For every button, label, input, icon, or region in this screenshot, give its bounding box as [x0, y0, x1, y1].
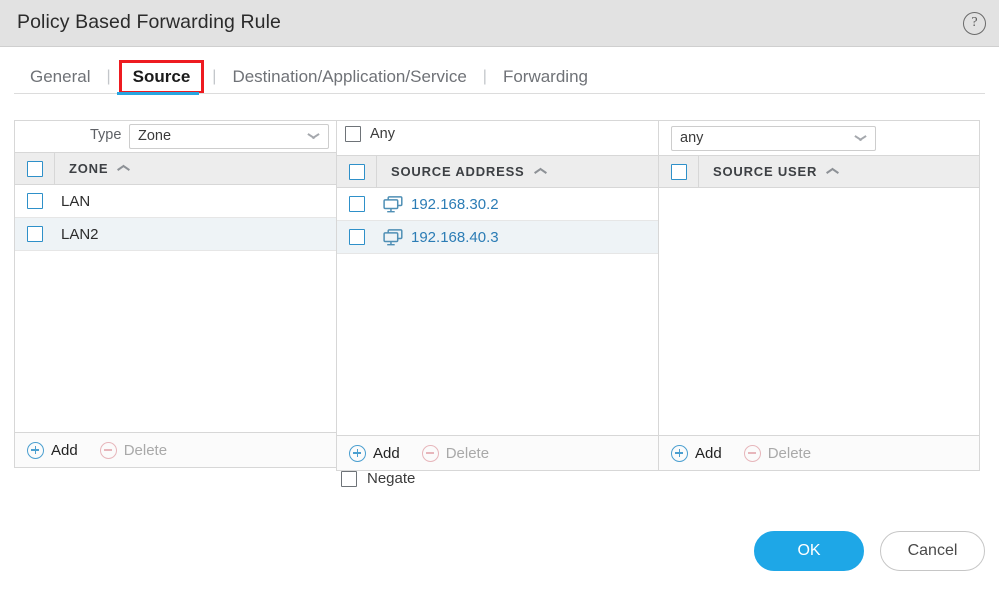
zone-delete-label: Delete [123, 441, 168, 459]
cancel-button[interactable]: Cancel [880, 531, 985, 571]
source-address-label: 192.168.30.2 [411, 195, 499, 213]
source-user-delete-button[interactable]: Delete [743, 444, 812, 462]
source-user-add-label: Add [695, 444, 722, 462]
row-checkbox[interactable] [349, 196, 365, 212]
dialog-button-bar: OK Cancel [754, 531, 985, 571]
device-address-icon [383, 228, 403, 246]
negate-toggle[interactable]: Negate [341, 470, 415, 487]
dialog-title: Policy Based Forwarding Rule [17, 11, 282, 33]
table-row[interactable]: 192.168.40.3 [337, 221, 658, 254]
zone-delete-button[interactable]: Delete [99, 441, 168, 459]
tab-active-underline [117, 92, 199, 95]
zone-row-label: LAN [61, 192, 91, 210]
row-checkbox[interactable] [349, 229, 365, 245]
type-select[interactable]: Zone [129, 124, 329, 149]
tab-destination-application-service[interactable]: Destination/Application/Service [230, 63, 468, 91]
source-user-column-label: SOURCE USER [713, 164, 818, 179]
source-user-select-all-cell[interactable] [659, 156, 699, 187]
row-checkbox[interactable] [27, 226, 43, 242]
row-checkbox-cell[interactable] [337, 229, 377, 245]
zone-type-row: Type Zone [14, 120, 336, 152]
minus-circle-icon [743, 444, 761, 462]
source-address-select-all-checkbox[interactable] [348, 163, 365, 180]
source-address-label: 192.168.40.3 [411, 228, 499, 246]
source-user-table-body [658, 188, 980, 435]
zone-select-all-checkbox[interactable] [26, 160, 43, 177]
tab-separator: | [482, 68, 487, 85]
table-row[interactable]: 192.168.30.2 [337, 188, 658, 221]
zone-table-header: ZONE [14, 152, 336, 185]
zone-panel: Type Zone ZONE LAN LAN2 Add Delete [14, 120, 336, 468]
row-checkbox-cell[interactable] [337, 196, 377, 212]
chevron-down-icon [308, 133, 319, 139]
any-checkbox[interactable] [345, 126, 361, 142]
source-address-table-footer: Add Delete [336, 435, 658, 471]
zone-row-label: LAN2 [61, 225, 99, 243]
source-address-column-header[interactable]: SOURCE ADDRESS [377, 164, 546, 179]
any-label: Any [370, 126, 395, 142]
tab-source[interactable]: Source [118, 60, 205, 94]
source-address-row: 192.168.40.3 [377, 229, 499, 246]
minus-circle-icon [421, 444, 439, 462]
help-circle-icon[interactable]: ? [963, 12, 986, 35]
source-user-delete-label: Delete [767, 444, 812, 462]
tab-general[interactable]: General [28, 63, 92, 91]
source-user-panel: any SOURCE USER Add Delete [658, 120, 980, 471]
row-checkbox[interactable] [27, 193, 43, 209]
zone-table-body: LAN LAN2 [14, 185, 336, 435]
type-select-value: Zone [138, 128, 172, 144]
source-user-column-header[interactable]: SOURCE USER [699, 164, 838, 179]
tab-bar: General | Source | Destination/Applicati… [0, 48, 999, 110]
tab-forwarding[interactable]: Forwarding [501, 63, 590, 91]
table-row[interactable]: LAN [15, 185, 336, 218]
plus-circle-icon [27, 441, 44, 459]
source-address-delete-button[interactable]: Delete [421, 444, 490, 462]
source-address-table-header: SOURCE ADDRESS [336, 155, 658, 188]
type-label: Type [90, 127, 122, 143]
caret-up-icon [118, 165, 129, 172]
source-address-row: 192.168.30.2 [377, 196, 499, 213]
row-checkbox-cell[interactable] [15, 193, 55, 209]
caret-up-icon [535, 168, 546, 175]
plus-circle-icon [349, 444, 366, 462]
minus-circle-icon [99, 441, 117, 459]
tab-separator: | [106, 68, 111, 85]
source-user-select-row: any [658, 120, 980, 155]
zone-table-footer: Add Delete [14, 432, 336, 468]
caret-up-icon [827, 168, 838, 175]
plus-circle-icon [671, 444, 688, 462]
source-address-any-toggle[interactable]: Any [345, 126, 395, 142]
zone-column-header[interactable]: ZONE [55, 161, 129, 176]
source-address-panel: Any SOURCE ADDRESS 192.168.30.2 192.168.… [336, 120, 658, 471]
source-address-table-body: 192.168.30.2 192.168.40.3 [336, 188, 658, 435]
negate-label: Negate [367, 470, 416, 487]
zone-add-button[interactable]: Add [27, 441, 78, 459]
source-address-column-label: SOURCE ADDRESS [391, 164, 525, 179]
device-address-icon [383, 195, 403, 213]
table-row[interactable]: LAN2 [15, 218, 336, 251]
source-address-add-button[interactable]: Add [349, 444, 400, 462]
source-address-delete-label: Delete [445, 444, 490, 462]
ok-button[interactable]: OK [754, 531, 864, 571]
chevron-down-icon [855, 135, 866, 141]
tab-separator: | [212, 68, 217, 85]
source-user-add-button[interactable]: Add [671, 444, 722, 462]
source-user-table-header: SOURCE USER [658, 155, 980, 188]
source-user-select[interactable]: any [671, 126, 876, 151]
negate-checkbox[interactable] [341, 470, 357, 487]
source-address-select-all-cell[interactable] [337, 156, 377, 187]
row-checkbox-cell[interactable] [15, 226, 55, 242]
source-user-select-all-checkbox[interactable] [670, 163, 687, 180]
zone-add-label: Add [51, 441, 78, 459]
source-user-select-value: any [680, 130, 704, 146]
dialog-title-bar: Policy Based Forwarding Rule ? [0, 0, 999, 47]
source-user-table-footer: Add Delete [658, 435, 980, 471]
source-address-any-row: Any [336, 120, 658, 155]
zone-column-label: ZONE [69, 161, 109, 176]
zone-select-all-cell[interactable] [15, 153, 55, 184]
source-address-add-label: Add [373, 444, 400, 462]
